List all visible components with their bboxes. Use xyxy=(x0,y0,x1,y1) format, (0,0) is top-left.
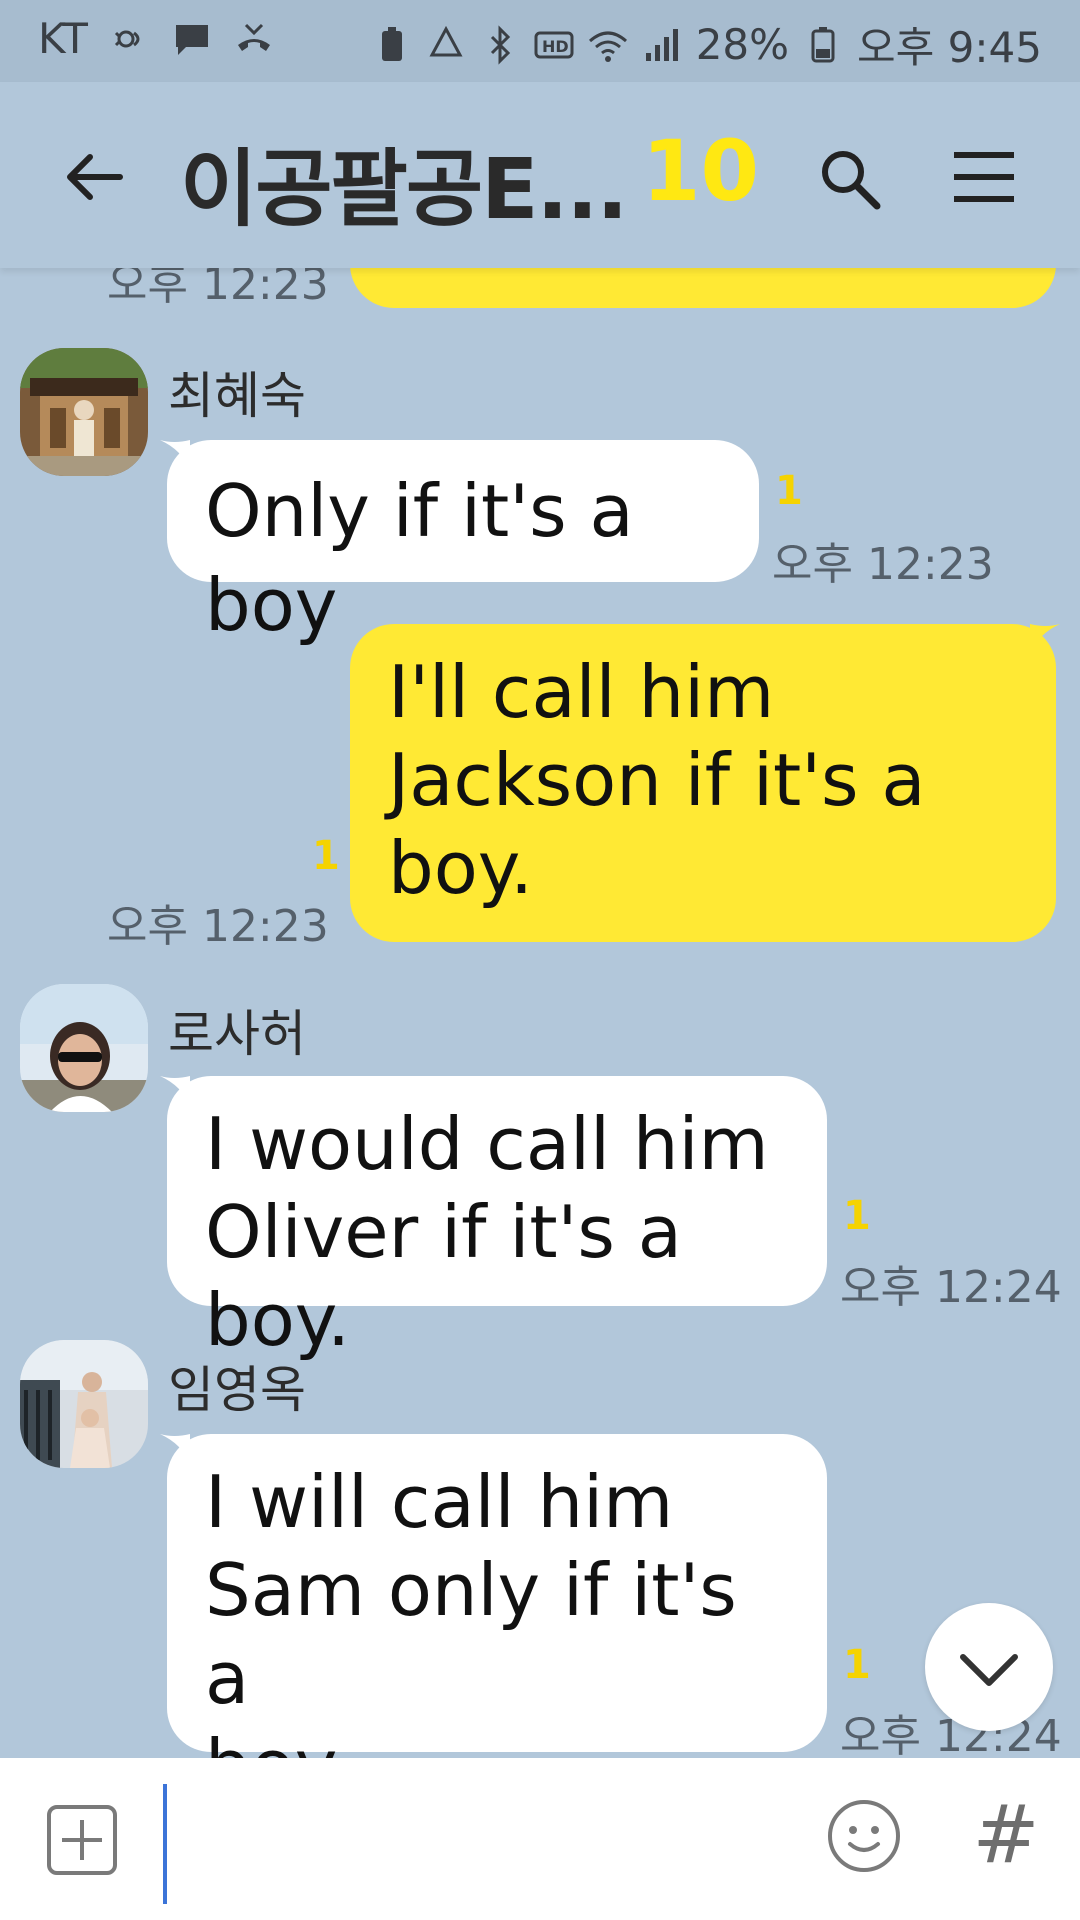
hashtag-search-button[interactable]: # xyxy=(966,1788,1046,1888)
profile-photo xyxy=(20,1340,148,1468)
battery-icon xyxy=(811,26,835,62)
chat-header: 이공팔공E... 10 xyxy=(0,82,1080,268)
wifi-icon xyxy=(588,31,627,62)
carrier-label: KT xyxy=(38,14,88,63)
profile-photo xyxy=(20,984,148,1112)
message-line: boy. xyxy=(388,826,533,910)
profile-photo xyxy=(20,348,148,476)
message-bubble[interactable]: Only if it's a boy xyxy=(167,440,759,647)
message-line: Sam only if it's a xyxy=(205,1548,737,1720)
message-input[interactable] xyxy=(175,1784,799,1906)
message-time: 오후 12:23 xyxy=(107,901,329,952)
svg-text:HD: HD xyxy=(542,37,569,56)
message-line: I will call him xyxy=(205,1460,674,1544)
text-cursor xyxy=(163,1784,167,1904)
settings-sync-icon xyxy=(114,30,140,47)
message-line: Jackson if it's a xyxy=(388,738,926,822)
my-message-bubble[interactable]: I'll call him Jackson if it's a boy. xyxy=(350,624,1056,942)
recycle-icon xyxy=(429,25,463,56)
message-bubble[interactable]: I would call him Oliver if it's a boy. xyxy=(167,1076,827,1362)
message-line: I'll call him xyxy=(388,650,775,734)
chevron-down-icon xyxy=(960,1654,1018,1686)
message-input-bar: # xyxy=(0,1758,1080,1920)
sender-name: 임영옥 xyxy=(168,1361,306,1419)
message-icon xyxy=(175,24,208,55)
scroll-to-bottom-button[interactable] xyxy=(925,1603,1053,1731)
hamburger-menu-icon[interactable] xyxy=(952,148,1016,208)
message-line: boy xyxy=(205,1722,789,1758)
unread-count: 1 xyxy=(843,1193,871,1239)
unread-count: 1 xyxy=(843,1642,871,1688)
emoji-icon[interactable] xyxy=(826,1798,902,1874)
message-list[interactable]: 오후 12:23 최혜숙 Only if it's a boy 1 오후 12:… xyxy=(0,268,1080,1758)
message-bubble[interactable]: I will call him Sam only if it's a boy xyxy=(167,1434,827,1758)
search-icon[interactable] xyxy=(815,144,885,214)
message-line: Oliver if it's a boy. xyxy=(205,1190,682,1362)
message-time: 오후 12:24 xyxy=(840,1262,1062,1313)
my-message-bubble[interactable] xyxy=(350,268,1056,308)
battery-percent: 28% xyxy=(695,20,790,69)
avatar[interactable] xyxy=(20,1340,148,1468)
chat-room-title[interactable]: 이공팔공E... xyxy=(180,122,628,243)
clock: 오후 9:45 xyxy=(857,23,1042,72)
status-bar: KT HD 28% 오후 9:45 xyxy=(0,0,1080,82)
signal-icon xyxy=(645,28,678,61)
message-line: I would call him xyxy=(205,1102,769,1186)
member-count: 10 xyxy=(642,122,759,220)
plus-icon[interactable] xyxy=(46,1804,118,1876)
hd-voice-icon: HD xyxy=(534,31,574,58)
message-time: 오후 12:23 xyxy=(107,268,329,310)
unread-count: 1 xyxy=(775,468,803,514)
sender-name: 최혜숙 xyxy=(168,367,306,425)
bluetooth-icon xyxy=(490,24,510,65)
avatar[interactable] xyxy=(20,348,148,476)
unread-count: 1 xyxy=(312,833,340,879)
avatar[interactable] xyxy=(20,984,148,1112)
message-time: 오후 12:23 xyxy=(772,539,994,590)
chat-screen: KT HD 28% 오후 9:45 이공팔공E... 10 오후 12:23 최… xyxy=(0,0,1080,1920)
battery-saver-icon xyxy=(381,26,402,61)
sender-name: 로사허 xyxy=(168,1005,306,1063)
back-arrow-icon[interactable] xyxy=(60,142,130,212)
missed-call-icon xyxy=(237,23,270,51)
